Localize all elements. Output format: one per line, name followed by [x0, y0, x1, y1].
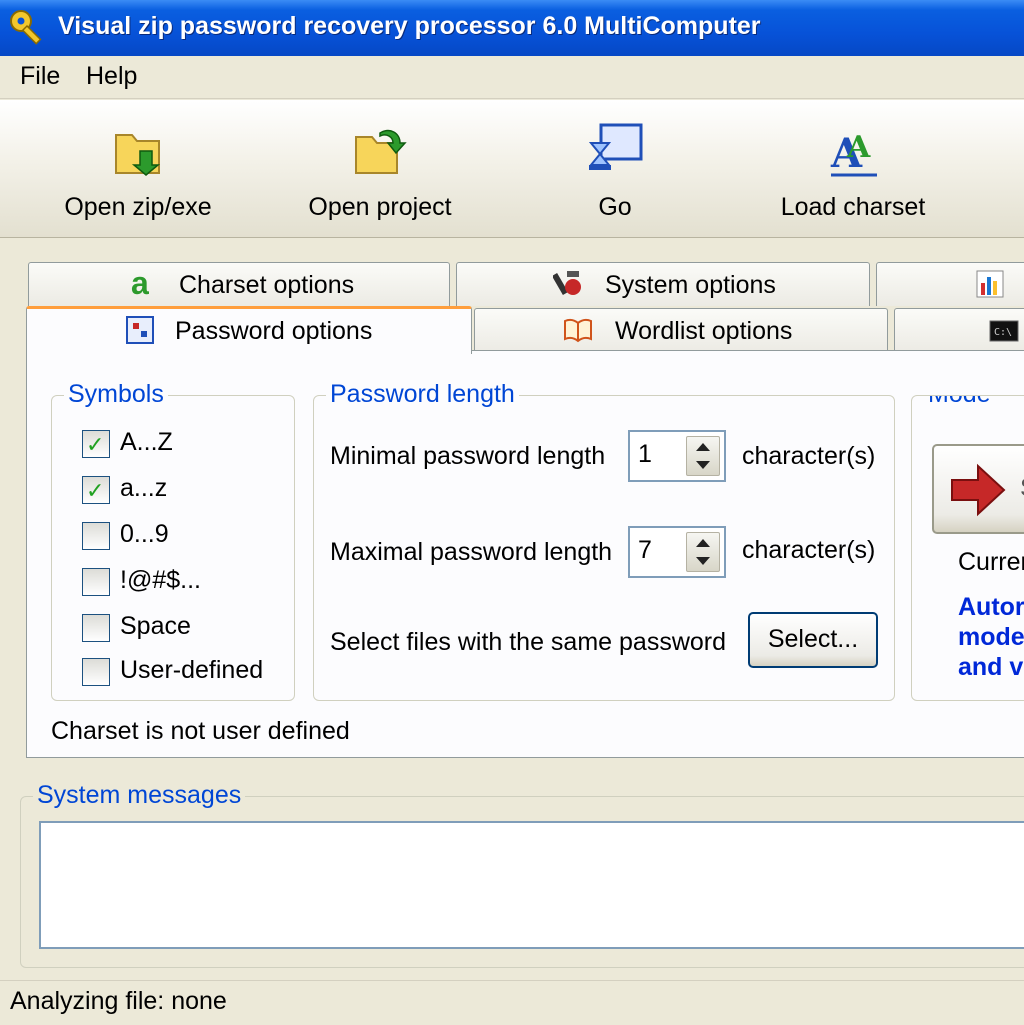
mode-start-button[interactable]: S	[932, 444, 1024, 534]
spin-down-icon[interactable]	[696, 557, 710, 565]
bar-chart-icon	[976, 270, 1004, 298]
svg-text:A: A	[846, 130, 871, 165]
menu-help[interactable]: Help	[78, 60, 145, 92]
select-files-button[interactable]: Select...	[748, 612, 878, 668]
window-title: Visual zip password recovery processor 6…	[58, 12, 761, 40]
mode-group: Mode S Curren Autor mode and v	[911, 395, 1024, 701]
checkbox-box[interactable]	[82, 658, 110, 686]
min-length-value[interactable]: 1	[638, 440, 652, 469]
mode-button-text-fragment: S	[1020, 474, 1024, 503]
checkbox-box[interactable]	[82, 568, 110, 596]
check-icon: ✓	[86, 478, 105, 503]
svg-text:C:\: C:\	[994, 327, 1012, 338]
max-length-unit: character(s)	[742, 536, 876, 564]
checkbox-label: 0...9	[120, 520, 169, 548]
mode-title: Mode	[924, 396, 995, 409]
open-folder-icon	[355, 129, 407, 174]
min-length-spin-buttons[interactable]	[686, 436, 720, 476]
charset-status-text: Charset is not user defined	[51, 717, 350, 745]
checkbox-label: A...Z	[120, 428, 173, 456]
font-charset-icon: A A	[830, 130, 877, 177]
auto-mode-line: Autor	[958, 593, 1024, 621]
go-button[interactable]: Go	[560, 101, 670, 237]
password-options-icon	[126, 316, 154, 344]
tab-statistics[interactable]	[876, 262, 1024, 306]
load-charset-button[interactable]: A A Load charset	[770, 101, 936, 237]
tab-console[interactable]: C:\	[894, 308, 1024, 352]
open-zip-label: Open zip/exe	[64, 193, 212, 221]
tab-wordlist-options[interactable]: Wordlist options	[474, 308, 888, 352]
open-project-label: Open project	[308, 193, 452, 221]
system-messages-group: System messages	[20, 781, 1024, 968]
checkbox-box[interactable]	[82, 614, 110, 642]
tab-charset-options[interactable]: a Charset options	[28, 262, 450, 306]
checkbox-label: Space	[120, 612, 191, 640]
password-options-panel: Symbols ✓ A...Z ✓ a...z 0...9 !@#$... Sp…	[26, 350, 1024, 758]
auto-mode-text: Autor mode and v	[958, 592, 1024, 682]
spin-down-icon[interactable]	[696, 461, 710, 469]
symbols-group: Symbols ✓ A...Z ✓ a...z 0...9 !@#$... Sp…	[51, 380, 295, 701]
spin-up-icon[interactable]	[696, 443, 710, 451]
toolbar: Open zip/exe Open project Go A A Load ch…	[0, 100, 1024, 238]
checkbox-box[interactable]	[82, 522, 110, 550]
system-messages-box[interactable]	[39, 821, 1024, 949]
status-bar: Analyzing file: none	[0, 980, 1024, 1025]
title-bar[interactable]: Visual zip password recovery processor 6…	[0, 0, 1024, 58]
check-icon: ✓	[86, 432, 105, 457]
open-zip-button[interactable]: Open zip/exe	[40, 101, 236, 237]
checkbox-label: a...z	[120, 474, 168, 502]
tab-system-options[interactable]: System options	[456, 262, 870, 306]
checkbox-label: User-defined	[120, 656, 264, 684]
key-icon	[10, 10, 42, 45]
system-messages-title: System messages	[33, 781, 246, 810]
symbols-title: Symbols	[64, 380, 168, 409]
console-icon: C:\	[989, 320, 1019, 342]
max-length-label: Maximal password length	[330, 538, 613, 566]
menu-bar: File Help	[0, 56, 1024, 99]
load-charset-label: Load charset	[780, 193, 926, 221]
max-length-spin-buttons[interactable]	[686, 532, 720, 572]
tab-charset-label: Charset options	[179, 271, 355, 299]
checkbox-label: !@#$...	[120, 566, 201, 594]
auto-mode-line: mode	[958, 623, 1024, 651]
password-length-group: Password length Minimal password length …	[313, 380, 895, 701]
current-mode-label: Curren	[958, 548, 1024, 576]
tab-password-options[interactable]: Password options	[26, 306, 472, 354]
red-arrow-icon	[951, 463, 1006, 517]
max-length-value[interactable]: 7	[638, 536, 652, 565]
open-project-button[interactable]: Open project	[286, 101, 474, 237]
tab-system-label: System options	[605, 271, 776, 299]
min-length-unit: character(s)	[742, 442, 876, 470]
analyzing-status: Analyzing file: none	[10, 987, 227, 1015]
auto-mode-line: and v	[958, 653, 1024, 681]
tab-password-label: Password options	[175, 317, 373, 345]
menu-file[interactable]: File	[12, 60, 68, 92]
book-icon	[564, 318, 592, 343]
min-length-label: Minimal password length	[330, 442, 606, 470]
checkbox-box[interactable]: ✓	[82, 476, 110, 504]
spin-up-icon[interactable]	[696, 539, 710, 547]
hourglass-monitor-icon	[588, 123, 643, 170]
tab-wordlist-label: Wordlist options	[615, 317, 793, 345]
max-length-spinner[interactable]: 7	[628, 526, 726, 578]
system-tools-icon	[553, 271, 581, 296]
min-length-spinner[interactable]: 1	[628, 430, 726, 482]
charset-a-icon: a	[131, 265, 149, 301]
password-length-title: Password length	[326, 380, 519, 409]
checkbox-box[interactable]: ✓	[82, 430, 110, 458]
folder-arrow-icon	[115, 134, 161, 176]
go-label: Go	[598, 193, 632, 221]
select-files-label: Select files with the same password	[330, 628, 727, 656]
